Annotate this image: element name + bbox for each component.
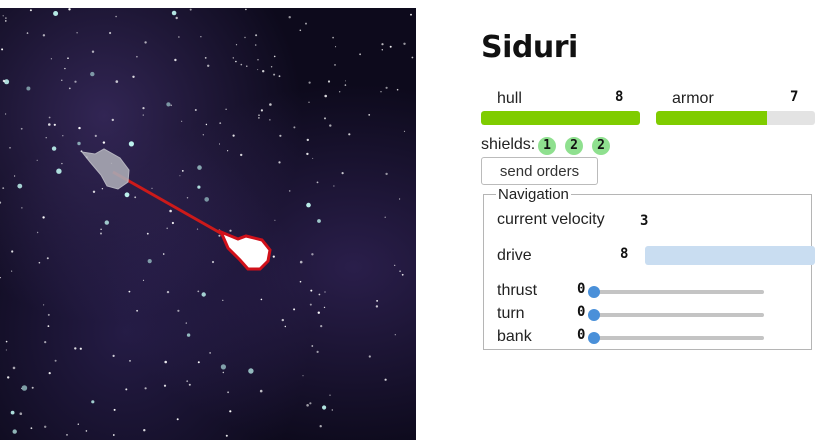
bank-value: 0 [577,327,586,343]
thrust-value: 0 [577,281,586,297]
player-ship-icon[interactable] [218,229,272,271]
space-viewport[interactable] [0,8,416,440]
drive-value: 8 [620,246,629,262]
turn-label: turn [497,305,525,322]
hull-label: hull [497,90,522,107]
velocity-value: 3 [640,213,649,229]
send-orders-button[interactable]: send orders [481,157,598,185]
armor-value: 7 [790,89,799,105]
shields-label: shields: [481,136,536,153]
bank-slider-thumb[interactable] [588,332,600,344]
shield-chip-1: 1 [538,137,556,155]
hull-value: 8 [615,89,624,105]
armor-bar [656,111,815,125]
target-line [112,170,239,245]
hull-bar [481,111,640,125]
armor-label: armor [672,90,714,107]
thrust-slider-thumb[interactable] [588,286,600,298]
drive-bar [645,246,815,265]
navigation-legend: Navigation [498,186,569,203]
armor-bar-fill [656,111,768,125]
hull-bar-fill [481,111,640,125]
ship-name: Siduri [481,30,578,65]
shield-chip-2: 2 [565,137,583,155]
drive-label: drive [497,247,532,264]
ship-layer [80,148,272,271]
enemy-ship-icon[interactable] [80,148,130,190]
velocity-label: current velocity [497,211,605,228]
turn-slider-track[interactable] [594,313,764,317]
bank-slider-track[interactable] [594,336,764,340]
thrust-label: thrust [497,282,538,299]
turn-value: 0 [577,304,586,320]
bank-label: bank [497,328,532,345]
shield-chip-3: 2 [592,137,610,155]
thrust-slider-track[interactable] [594,290,764,294]
turn-slider-thumb[interactable] [588,309,600,321]
